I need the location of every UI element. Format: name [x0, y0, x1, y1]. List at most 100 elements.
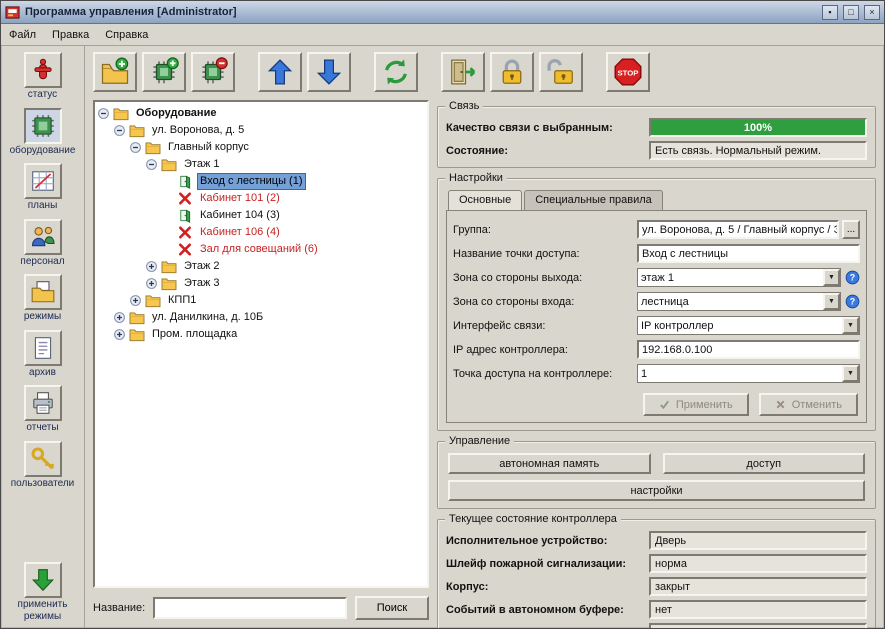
help-icon[interactable]: ?	[845, 294, 860, 309]
link-quality-row: Качество связи с выбранным: 100%	[446, 118, 867, 137]
tree-node[interactable]: Пром. площадка	[97, 326, 425, 343]
sidebar-item-archive[interactable]: архив	[6, 330, 80, 379]
collapse-toggle-icon[interactable]	[113, 124, 126, 137]
tree-node[interactable]: Этаж 2	[97, 258, 425, 275]
tree-node[interactable]: КПП1	[97, 292, 425, 309]
expand-toggle-icon[interactable]	[113, 328, 126, 341]
expand-toggle-icon[interactable]	[113, 311, 126, 324]
folder-icon	[113, 106, 129, 121]
tree-node[interactable]: Этаж 3	[97, 275, 425, 292]
close-button[interactable]: ×	[864, 5, 880, 20]
open-door-button[interactable]	[441, 52, 485, 92]
tree-pane: Оборудование ул. Воронова, д. 5 Главный …	[85, 98, 433, 628]
exit-zone-combo[interactable]: этаж 1▼	[637, 268, 841, 287]
sidebar-item-modes[interactable]: режимы	[6, 274, 80, 323]
tree-node[interactable]: Оборудование	[97, 105, 425, 122]
management-buttons: автономная память доступ настройки	[446, 453, 867, 501]
minimize-button[interactable]: ▪	[822, 5, 838, 20]
collapse-toggle-icon[interactable]	[129, 141, 142, 154]
sidebar-item-label: планы	[28, 200, 58, 212]
tab-special-rules[interactable]: Специальные правила	[524, 190, 663, 210]
field-label: Название точки доступа:	[453, 248, 633, 260]
controller-access-point-combo[interactable]: 1▼	[637, 364, 860, 383]
sidebar-item-users[interactable]: пользователи	[6, 441, 80, 490]
app-window: Программа управления [Administrator] ▪ □…	[0, 0, 885, 629]
sidebar-item-personnel[interactable]: персонал	[6, 219, 80, 268]
move-down-button[interactable]	[307, 52, 351, 92]
tree-node[interactable]: Главный корпус	[97, 139, 425, 156]
toggle-spacer	[161, 209, 174, 222]
sidebar-item-equipment[interactable]: оборудование	[6, 108, 80, 157]
access-button[interactable]: доступ	[663, 453, 866, 474]
tab-main[interactable]: Основные	[448, 190, 522, 210]
search-button[interactable]: Поиск	[355, 596, 429, 620]
error-icon	[177, 191, 193, 206]
remove-device-button[interactable]	[191, 52, 235, 92]
maximize-button[interactable]: □	[843, 5, 859, 20]
field-label: Интерфейс связи:	[453, 320, 633, 332]
autonomous-memory-button[interactable]: автономная память	[448, 453, 651, 474]
group-input[interactable]: ул. Воронова, д. 5 / Главный корпус / Эт…	[637, 220, 839, 239]
chevron-down-icon[interactable]: ▼	[823, 269, 840, 286]
tree-node[interactable]: Кабинет 106 (4)	[97, 224, 425, 241]
tree-node[interactable]: Кабинет 104 (3)	[97, 207, 425, 224]
state-row: Корпус:закрыт	[446, 577, 867, 596]
tree-node[interactable]: Зал для совещаний (6)	[97, 241, 425, 258]
lock-button[interactable]	[490, 52, 534, 92]
access-point-name-input[interactable]: Вход с лестницы	[637, 244, 860, 263]
window-body: статус оборудование планы персонал режим…	[1, 46, 884, 628]
door-icon	[177, 208, 193, 223]
expand-toggle-icon[interactable]	[145, 277, 158, 290]
menu-file[interactable]: Файл	[9, 29, 36, 41]
controller-settings-button[interactable]: настройки	[448, 480, 865, 501]
expand-toggle-icon[interactable]	[129, 294, 142, 307]
sidebar-item-reports[interactable]: отчеты	[6, 385, 80, 434]
tree-node[interactable]: ул. Данилкина, д. 10Б	[97, 309, 425, 326]
lock-closed-icon	[497, 57, 527, 87]
sidebar-item-status[interactable]: статус	[6, 52, 80, 101]
tree-node[interactable]: Этаж 1	[97, 156, 425, 173]
chevron-down-icon[interactable]: ▼	[842, 365, 859, 382]
tree-node-label: ул. Данилкина, д. 10Б	[149, 310, 266, 325]
move-up-button[interactable]	[258, 52, 302, 92]
cancel-button[interactable]: Отменить	[759, 393, 858, 416]
report-icon	[24, 385, 62, 421]
link-state-row: Состояние: Есть связь. Нормальный режим.	[446, 141, 867, 160]
menu-help[interactable]: Справка	[105, 29, 148, 41]
error-icon	[177, 242, 193, 257]
help-icon[interactable]: ?	[845, 270, 860, 285]
search-input[interactable]	[153, 597, 347, 619]
collapse-toggle-icon[interactable]	[145, 158, 158, 171]
tree-node[interactable]: Кабинет 101 (2)	[97, 190, 425, 207]
svg-text:STOP: STOP	[618, 68, 639, 77]
tree-node-label: Кабинет 106 (4)	[197, 225, 283, 240]
field-control: лестница▼?	[637, 292, 860, 311]
link-interface-combo[interactable]: IP контроллер▼	[637, 316, 860, 335]
lock-open-icon	[546, 57, 576, 87]
menu-edit[interactable]: Правка	[52, 29, 89, 41]
stop-button[interactable]: STOP	[606, 52, 650, 92]
settings-field-row: Точка доступа на контроллере:1▼	[453, 364, 860, 383]
management-group: Управление автономная памятьдоступнастро…	[437, 441, 876, 509]
entry-zone-combo[interactable]: лестница▼	[637, 292, 841, 311]
folder-icon	[129, 123, 145, 138]
tree-node[interactable]: ул. Воронова, д. 5	[97, 122, 425, 139]
browse-button[interactable]: ...	[842, 220, 860, 239]
chevron-down-icon[interactable]: ▼	[823, 293, 840, 310]
expand-toggle-icon[interactable]	[145, 260, 158, 273]
key-icon	[24, 441, 62, 477]
add-group-button[interactable]	[93, 52, 137, 92]
sidebar-item-apply-modes[interactable]: применить режимы	[6, 562, 80, 622]
tree-node-label: Кабинет 101 (2)	[197, 191, 283, 206]
settings-field-row: Зона со стороны входа:лестница▼?	[453, 292, 860, 311]
refresh-button[interactable]	[374, 52, 418, 92]
apply-button[interactable]: Применить	[643, 393, 749, 416]
title-bar[interactable]: Программа управления [Administrator] ▪ □…	[1, 1, 884, 24]
collapse-toggle-icon[interactable]	[97, 107, 110, 120]
add-device-button[interactable]	[142, 52, 186, 92]
chevron-down-icon[interactable]: ▼	[842, 317, 859, 334]
tree-node[interactable]: Вход с лестницы (1)	[97, 173, 425, 190]
unlock-button[interactable]	[539, 52, 583, 92]
sidebar-item-plans[interactable]: планы	[6, 163, 80, 212]
controller-ip-input[interactable]: 192.168.0.100	[637, 340, 860, 359]
